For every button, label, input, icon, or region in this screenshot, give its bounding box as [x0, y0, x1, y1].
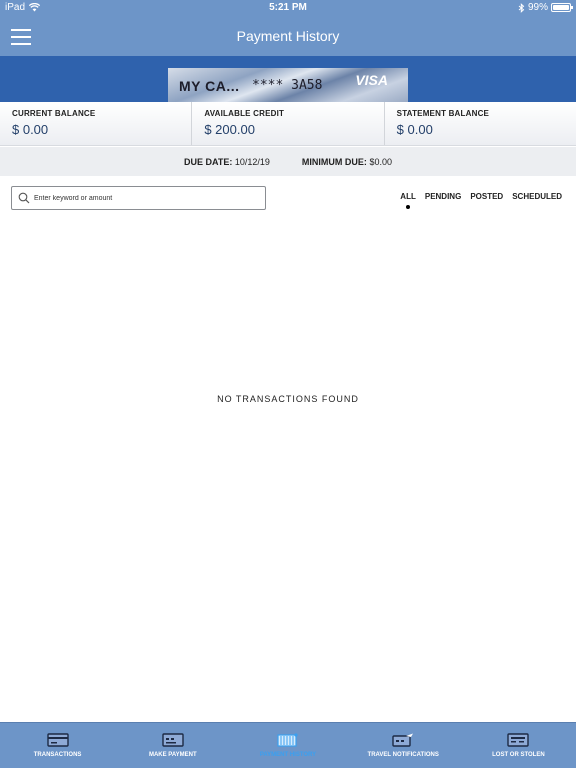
card-number: **** 3A58: [252, 78, 323, 93]
current-balance-label: CURRENT BALANCE: [12, 109, 96, 118]
statement-balance: STATEMENT BALANCE $ 0.00: [385, 102, 576, 145]
tab-lost-or-stolen[interactable]: LOST OR STOLEN: [461, 723, 576, 768]
card-brand-logo: VISA: [355, 72, 388, 88]
current-balance: CURRENT BALANCE $ 0.00: [0, 102, 193, 145]
filter-posted[interactable]: POSTED: [470, 192, 503, 201]
battery-percent: 99%: [527, 2, 548, 13]
tab-payment-history-label: PAYMENT HISTORY: [259, 752, 317, 758]
available-credit-value: $ 200.00: [204, 122, 255, 137]
calendar-icon: [277, 733, 298, 747]
card-lock-icon: [507, 733, 530, 747]
battery-icon: [551, 3, 573, 12]
search-box[interactable]: [11, 186, 266, 210]
tab-transactions-label: TRANSACTIONS: [33, 752, 82, 758]
available-credit: AVAILABLE CREDIT $ 200.00: [192, 102, 385, 145]
tab-lost-or-stolen-label: LOST OR STOLEN: [492, 752, 545, 758]
status-time: 5:21 PM: [269, 2, 307, 13]
card-name: MY CA...: [179, 78, 240, 94]
tab-travel-notifications-label: TRAVEL NOTIFICATIONS: [367, 752, 439, 758]
empty-state-message: NO TRANSACTIONS FOUND: [217, 394, 359, 404]
card-payment-icon: [162, 733, 184, 747]
balance-summary: CURRENT BALANCE $ 0.00 AVAILABLE CREDIT …: [0, 102, 576, 146]
status-bar: iPad 5:21 PM 99%: [0, 0, 576, 16]
filter-all[interactable]: ALL: [400, 192, 416, 209]
card-plane-icon: [392, 733, 414, 747]
selected-indicator: [406, 205, 411, 209]
filter-tabs: ALL PENDING POSTED SCHEDULED: [400, 192, 562, 209]
top-header: iPad 5:21 PM 99% Payment History: [0, 0, 576, 56]
card-banner: MY CA... **** 3A58 VISA: [0, 56, 576, 102]
minimum-due: MINIMUM DUE: $0.00: [301, 156, 392, 167]
due-info: DUE DATE: 10/12/19 MINIMUM DUE: $0.00: [0, 147, 576, 176]
card-icon: [46, 733, 69, 747]
search-input[interactable]: [34, 194, 254, 202]
filter-pending[interactable]: PENDING: [425, 192, 461, 201]
bluetooth-icon: [518, 2, 525, 13]
page-title: Payment History: [236, 28, 340, 44]
tab-make-payment[interactable]: MAKE PAYMENT: [115, 723, 230, 768]
search-icon: [18, 192, 30, 204]
filter-scheduled[interactable]: SCHEDULED: [512, 192, 562, 201]
card-image[interactable]: MY CA... **** 3A58 VISA: [168, 68, 408, 102]
tab-transactions[interactable]: TRANSACTIONS: [0, 723, 115, 768]
statement-balance-label: STATEMENT BALANCE: [396, 109, 490, 118]
statement-balance-value: $ 0.00: [396, 122, 433, 137]
bottom-tab-bar: TRANSACTIONS MAKE PAYMENT PAYMENT HISTOR…: [0, 722, 576, 768]
tab-make-payment-label: MAKE PAYMENT: [148, 752, 197, 758]
tab-travel-notifications[interactable]: TRAVEL NOTIFICATIONS: [346, 723, 461, 768]
available-credit-label: AVAILABLE CREDIT: [204, 109, 285, 118]
due-date: DUE DATE: 10/12/19: [184, 156, 270, 167]
current-balance-value: $ 0.00: [12, 122, 49, 137]
tab-payment-history[interactable]: PAYMENT HISTORY: [230, 723, 345, 768]
